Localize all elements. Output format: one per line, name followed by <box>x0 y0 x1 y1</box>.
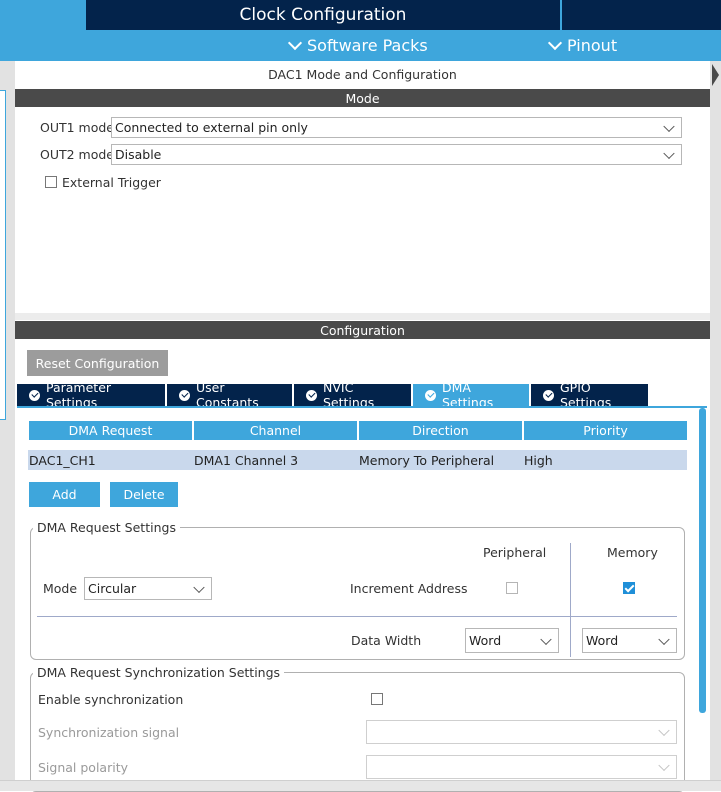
check-circle-icon <box>179 389 190 401</box>
increment-address-label: Increment Address <box>350 581 468 596</box>
section-splitter[interactable] <box>15 313 710 320</box>
tab-user-constants[interactable]: User Constants <box>167 380 294 410</box>
column-header-dma-request[interactable]: DMA Request <box>29 421 192 440</box>
sync-signal-label: Synchronization signal <box>38 725 180 740</box>
check-circle-icon <box>425 389 436 401</box>
delete-button[interactable]: Delete <box>110 482 178 507</box>
peripheral-width-select[interactable]: Word <box>465 628 559 653</box>
out2-mode-label: OUT2 mode <box>40 147 114 162</box>
dma-sync-settings-legend: DMA Request Synchronization Settings <box>33 665 285 680</box>
dma-request-settings-legend: DMA Request Settings <box>33 520 180 535</box>
reset-configuration-button[interactable]: Reset Configuration <box>27 350 168 376</box>
column-header-label: Priority <box>583 423 628 438</box>
column-divider <box>570 543 571 657</box>
signal-polarity-select[interactable] <box>366 755 677 779</box>
memory-header: Memory <box>607 545 658 560</box>
chevron-down-icon <box>663 120 675 132</box>
mode-section-header: Mode <box>15 89 710 107</box>
mode-section-title: Mode <box>345 90 380 106</box>
tab-clock-configuration-label: Clock Configuration <box>239 5 407 25</box>
panel-title-text: DAC1 Mode and Configuration <box>268 67 457 82</box>
chevron-down-icon <box>658 724 670 737</box>
chevron-down-icon <box>658 759 670 772</box>
enable-sync-checkbox[interactable] <box>371 693 383 705</box>
row-divider <box>37 616 677 617</box>
external-trigger-label: External Trigger <box>62 175 161 190</box>
tab-parameter-settings[interactable]: Parameter Settings <box>17 380 167 410</box>
configuration-section-title: Configuration <box>320 322 405 338</box>
signal-polarity-label: Signal polarity <box>38 760 128 775</box>
column-header-direction[interactable]: Direction <box>359 421 522 440</box>
cell-priority: High <box>524 452 553 468</box>
check-circle-icon <box>306 389 317 401</box>
add-button[interactable]: Add <box>29 482 100 507</box>
chevron-down-icon <box>193 581 205 593</box>
peripheral-width-value: Word <box>469 633 502 648</box>
tab-clock-configuration[interactable]: Clock Configuration <box>86 0 560 30</box>
column-header-label: Channel <box>249 423 302 438</box>
enable-sync-label: Enable synchronization <box>38 692 184 707</box>
column-header-channel[interactable]: Channel <box>194 421 357 440</box>
tab-gpio-settings[interactable]: GPIO Settings <box>531 380 650 410</box>
chevron-down-icon <box>658 633 670 645</box>
chevron-down-icon <box>287 35 303 50</box>
out2-mode-value: Disable <box>115 147 162 162</box>
chevron-down-icon <box>540 633 552 645</box>
bottom-bar <box>0 780 721 791</box>
sub-menu-bar: Software Packs Pinout <box>0 30 721 61</box>
tab-nvic-settings[interactable]: NVIC Settings <box>294 380 413 410</box>
software-packs-menu[interactable]: Software Packs <box>287 30 428 61</box>
cell-dma-request: DAC1_CH1 <box>29 452 96 468</box>
reset-configuration-label: Reset Configuration <box>35 355 160 371</box>
column-header-label: DMA Request <box>68 423 153 438</box>
dma-mode-value: Circular <box>88 581 137 596</box>
sync-signal-select[interactable] <box>366 720 677 744</box>
cell-channel: DMA1 Channel 3 <box>194 452 299 468</box>
data-width-label: Data Width <box>351 633 422 648</box>
out2-mode-select[interactable]: Disable <box>111 144 682 165</box>
configuration-tabs: Parameter Settings User Constants NVIC S… <box>17 380 650 410</box>
out1-mode-select[interactable]: Connected to external pin only <box>111 117 682 138</box>
delete-button-label: Delete <box>123 487 165 502</box>
dma-mode-select[interactable]: Circular <box>84 577 212 600</box>
tab-dma-settings[interactable]: DMA Settings <box>413 380 531 410</box>
mode-label: Mode <box>43 581 78 596</box>
chevron-down-icon <box>663 147 675 159</box>
right-panel-edge <box>710 61 721 781</box>
pinout-menu[interactable]: Pinout <box>547 30 618 61</box>
external-trigger-checkbox[interactable] <box>45 176 57 188</box>
table-row[interactable] <box>28 450 687 470</box>
check-circle-icon <box>543 389 554 401</box>
chevron-down-icon <box>547 35 563 50</box>
cell-direction: Memory To Peripheral <box>359 452 495 468</box>
peripheral-header: Peripheral <box>483 545 547 560</box>
left-tree-panel <box>0 90 6 420</box>
pinout-label: Pinout <box>567 36 618 55</box>
add-button-label: Add <box>52 487 77 502</box>
memory-increment-checkbox[interactable] <box>623 582 635 594</box>
configuration-section-header: Configuration <box>15 321 710 339</box>
column-header-label: Direction <box>412 423 469 438</box>
out1-mode-label: OUT1 mode <box>40 120 114 135</box>
software-packs-label: Software Packs <box>307 36 428 55</box>
memory-width-value: Word <box>586 633 619 648</box>
vertical-scrollbar[interactable] <box>699 408 706 713</box>
panel-title: DAC1 Mode and Configuration <box>15 61 710 88</box>
peripheral-increment-checkbox[interactable] <box>506 582 518 594</box>
check-circle-icon <box>29 389 40 401</box>
out1-mode-value: Connected to external pin only <box>115 120 308 135</box>
tab-tools[interactable] <box>562 0 721 30</box>
column-header-priority[interactable]: Priority <box>524 421 687 440</box>
memory-width-select[interactable]: Word <box>582 628 677 653</box>
